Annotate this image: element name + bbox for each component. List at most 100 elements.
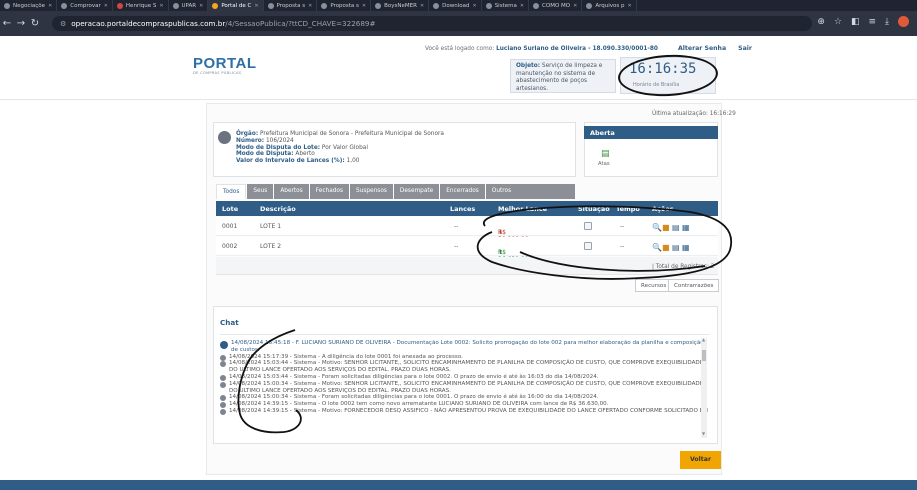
user-icon — [220, 341, 228, 349]
browser-tab[interactable]: Download✕ — [429, 0, 482, 11]
close-tab-icon[interactable]: ✕ — [254, 3, 258, 9]
chat-messages[interactable]: 14/08/2024 15:45:18 - F. LUCIANO SURIANO… — [220, 334, 710, 440]
browser-tab-active[interactable]: Portal de C✕ — [208, 0, 263, 11]
favicon-icon — [321, 3, 327, 9]
atas-document-icon[interactable]: ▤ — [601, 149, 610, 159]
document-icon[interactable]: ▦ — [682, 223, 690, 232]
change-password-link[interactable]: Alterar Senha — [678, 45, 726, 52]
search-icon[interactable] — [218, 131, 231, 144]
list-icon[interactable]: ▤ — [672, 243, 680, 252]
browser-tab[interactable]: COMO MO✕ — [529, 0, 582, 11]
close-tab-icon[interactable]: ✕ — [520, 3, 524, 9]
close-tab-icon[interactable]: ✕ — [472, 3, 476, 9]
browser-tab[interactable]: Proposta s✕ — [317, 0, 371, 11]
lotes-table-header: Lote Descrição Lances Melhor Lance Situa… — [216, 201, 718, 216]
extensions-icon[interactable]: ◧ — [851, 17, 860, 27]
close-tab-icon[interactable]: ✕ — [362, 3, 366, 9]
magnifier-icon[interactable]: 🔍 — [652, 223, 662, 232]
tab-outros[interactable]: Outros — [486, 184, 517, 199]
reload-icon[interactable]: ↻ — [28, 18, 42, 29]
tab-strip-fill — [517, 184, 575, 199]
browser-tab[interactable]: Arquivos p✕ — [582, 0, 636, 11]
tempo-value: -- — [620, 243, 624, 250]
address-bar[interactable]: ⚙ operacao.portaldecompraspublicas.com.b… — [52, 16, 812, 31]
download-icon[interactable]: ⤓ — [885, 17, 889, 27]
bookmark-star-icon[interactable]: ☆ — [834, 17, 842, 27]
site-info-icon[interactable]: ⚙ — [60, 20, 66, 28]
favicon-icon — [486, 3, 492, 9]
list-icon[interactable]: ▤ — [672, 223, 680, 232]
close-tab-icon[interactable]: ✕ — [199, 3, 203, 9]
close-tab-icon[interactable]: ✕ — [628, 3, 632, 9]
close-tab-icon[interactable]: ✕ — [159, 3, 163, 9]
chat-message: 14/08/2024 14:39:15 - Sistema - Motivo: … — [220, 408, 710, 415]
header-divider — [0, 99, 917, 100]
chat-message: 14/08/2024 15:45:18 - F. LUCIANO SURIANO… — [220, 340, 710, 354]
gavel-icon[interactable]: ■ — [662, 243, 670, 252]
account-links: Alterar Senha Sair — [678, 45, 752, 52]
gavel-icon[interactable]: ■ — [662, 223, 670, 232]
reading-list-icon[interactable]: ≡ — [868, 17, 876, 27]
modo-value: Aberto — [295, 151, 314, 157]
chat-message: 14/08/2024 15:00:34 - Sistema - Motivo: … — [220, 381, 710, 395]
logo-text: PORTAL — [193, 55, 257, 72]
browser-tab[interactable]: Henrique S✕ — [113, 0, 169, 11]
profile-avatar[interactable] — [898, 16, 909, 27]
chat-title: Chat — [220, 318, 239, 327]
close-tab-icon[interactable]: ✕ — [573, 3, 577, 9]
favicon-icon — [117, 3, 123, 9]
scroll-up-icon[interactable]: ▲ — [702, 337, 705, 342]
last-update: Última atualização: 16:16:29 — [652, 111, 736, 117]
chat-scroll-thumb[interactable] — [702, 350, 706, 361]
close-tab-icon[interactable]: ✕ — [104, 3, 108, 9]
tab-encerrados[interactable]: Encerrados — [440, 184, 485, 199]
orgao-value: Prefeitura Municipal de Sonora - Prefeit… — [260, 131, 444, 137]
table-row[interactable]: 0001 LOTE 1 -- ⬇ R$ 50.000,00 -- 🔍 ■ ▤ ▦ — [216, 217, 718, 236]
voltar-button[interactable]: Voltar — [680, 451, 721, 469]
favicon-icon — [61, 3, 67, 9]
tab-seus[interactable]: Seus — [247, 184, 273, 199]
logout-link[interactable]: Sair — [738, 45, 752, 52]
tab-desempate[interactable]: Desempate — [394, 184, 439, 199]
lances-count: -- — [454, 243, 458, 250]
document-icon[interactable]: ▦ — [682, 243, 690, 252]
col-tempo: Tempo — [616, 205, 640, 213]
browser-tab[interactable]: Proposta s✕ — [264, 0, 318, 11]
browser-tab[interactable]: UPAR✕ — [169, 0, 209, 11]
back-icon[interactable]: ← — [0, 18, 14, 29]
scroll-down-icon[interactable]: ▼ — [702, 431, 705, 436]
table-row[interactable]: 0002 LOTE 2 -- ⬆ R$ 36.630,00 -- 🔍 ■ ▤ ▦ — [216, 237, 718, 256]
forward-icon[interactable]: → — [14, 18, 28, 29]
zoom-icon[interactable]: ⊕ — [817, 17, 825, 27]
favicon-icon — [212, 3, 218, 9]
portal-logo[interactable]: PORTAL DE COMPRAS PÚBLICAS — [193, 55, 257, 75]
recursos-button[interactable]: Recursos — [635, 279, 672, 292]
browser-actions: ⊕ ☆ ◧ ≡ ⤓ — [817, 16, 909, 27]
col-situacao: Situação — [578, 205, 610, 213]
tab-fechados[interactable]: Fechados — [310, 184, 349, 199]
status-badge: Aberta — [584, 126, 718, 139]
close-tab-icon[interactable]: ✕ — [48, 3, 52, 9]
magnifier-icon[interactable]: 🔍 — [652, 243, 662, 252]
atas-label[interactable]: Atas — [598, 161, 610, 167]
lote-number: 0001 — [222, 223, 237, 230]
numero-value: 106/2024 — [266, 138, 294, 144]
chat-message: 14/08/2024 15:03:44 - Sistema - Motivo: … — [220, 360, 710, 374]
col-melhor-lance: Melhor Lance — [498, 205, 547, 213]
lote-description: LOTE 1 — [260, 223, 281, 230]
contrarrazoes-button[interactable]: Contrarrazões — [668, 279, 719, 292]
tab-abertos[interactable]: Abertos — [274, 184, 308, 199]
favicon-icon — [533, 3, 539, 9]
browser-tab[interactable]: BoysNeMER✕ — [371, 0, 429, 11]
chat-message: 14/08/2024 14:39:15 - Sistema - O lote 0… — [220, 401, 710, 408]
table-footer — [216, 257, 718, 275]
browser-tab[interactable]: Comprovar✕ — [57, 0, 113, 11]
close-tab-icon[interactable]: ✕ — [420, 3, 424, 9]
system-icon — [220, 409, 226, 415]
close-tab-icon[interactable]: ✕ — [308, 3, 312, 9]
browser-tab[interactable]: Negociaçõe✕ — [0, 0, 57, 11]
tab-todos[interactable]: Todos — [216, 184, 246, 199]
tab-suspensos[interactable]: Suspensos — [350, 184, 393, 199]
chat-message: 14/08/2024 15:03:44 - Sistema - Foram so… — [220, 374, 710, 381]
browser-tab[interactable]: Sistema✕ — [482, 0, 529, 11]
